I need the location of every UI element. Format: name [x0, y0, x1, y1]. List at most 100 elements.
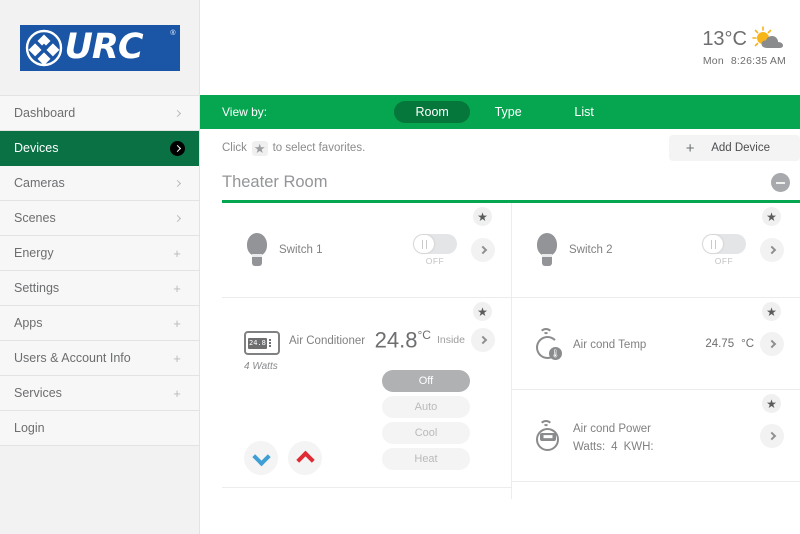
- sidebar-item-label: Login: [14, 421, 45, 435]
- sidebar-item-scenes[interactable]: Scenes: [0, 201, 199, 236]
- open-device-details-button[interactable]: [471, 238, 495, 262]
- temperature-unit: °C: [417, 327, 431, 342]
- sidebar-item-label: Users & Account Info: [14, 351, 131, 365]
- sidebar-nav: Dashboard Devices Cameras Scenes Energy …: [0, 95, 199, 446]
- sensor-reading: 24.75 °C: [705, 338, 760, 350]
- chevron-right-icon: [170, 140, 185, 156]
- sidebar-item-cameras[interactable]: Cameras: [0, 166, 199, 201]
- device-card-switch-2[interactable]: ★ Switch 2 OFF: [512, 203, 800, 298]
- mode-button-cool[interactable]: Cool: [382, 422, 470, 444]
- toggle-switch[interactable]: [702, 234, 746, 254]
- thermostat-icon-reading: 24.8: [248, 337, 267, 349]
- device-card-air-cond-temp[interactable]: ★ 🌡 Air cond Temp 24.75 °C: [512, 298, 800, 390]
- device-grid: ★ Switch 1 OFF ★ 24.8 Air Conditioner 4 …: [222, 203, 800, 499]
- view-by-toolbar: View by: Room Type List: [200, 95, 800, 129]
- power-toggle[interactable]: OFF: [413, 234, 457, 266]
- device-name: Air cond Power: [573, 422, 651, 435]
- add-device-button[interactable]: + Add Device: [669, 135, 800, 161]
- sidebar-item-label: Cameras: [14, 176, 65, 190]
- minus-circle-icon[interactable]: [771, 173, 790, 192]
- plus-icon: +: [173, 245, 181, 261]
- sidebar-item-label: Scenes: [14, 211, 56, 225]
- registered-mark: ®: [170, 29, 176, 37]
- sidebar-item-label: Energy: [14, 246, 54, 260]
- sidebar-item-label: Dashboard: [14, 106, 76, 120]
- sensor-unit: °C: [741, 337, 754, 350]
- top-header: 13°C Mon 8:26:35 AM: [200, 0, 800, 95]
- room-title: Theater Room: [222, 173, 328, 191]
- device-card-air-conditioner[interactable]: ★ 24.8 Air Conditioner 4 Watts 24.8°C In…: [222, 298, 511, 488]
- device-card-air-cond-power[interactable]: ★ ■■■ Air cond Power Watts: 4 KWH:: [512, 390, 800, 482]
- sensor-value: 24.75: [705, 337, 735, 350]
- favorite-star-icon[interactable]: ★: [762, 302, 781, 321]
- open-device-details-button[interactable]: [760, 423, 784, 448]
- sidebar-item-devices[interactable]: Devices: [0, 131, 199, 166]
- light-bulb-icon: [244, 233, 270, 267]
- thermostat-icon: 24.8: [244, 331, 280, 355]
- mode-button-auto[interactable]: Auto: [382, 396, 470, 418]
- sidebar-item-label: Apps: [14, 316, 43, 330]
- brand-name: URC: [64, 27, 144, 67]
- favorite-star-icon[interactable]: ★: [762, 207, 781, 226]
- current-temperature: 13°C: [702, 27, 747, 50]
- watts-label: Watts:: [573, 440, 606, 453]
- favorites-hint-row: Click ★ to select favorites. + Add Devic…: [200, 129, 800, 167]
- favorite-star-icon[interactable]: ★: [473, 207, 492, 226]
- clock-time: 8:26:35 AM: [730, 55, 786, 67]
- chevron-down-icon[interactable]: [244, 441, 278, 475]
- sidebar-item-users-account-info[interactable]: Users & Account Info +: [0, 341, 199, 376]
- view-by-label: View by:: [222, 105, 268, 119]
- toggle-switch[interactable]: [413, 234, 457, 254]
- urc-diamond-mark-icon: [25, 29, 63, 67]
- plus-icon: +: [173, 385, 181, 401]
- thermostat-mode-list: Off Auto Cool Heat: [382, 370, 470, 474]
- power-toggle[interactable]: OFF: [702, 234, 746, 266]
- chevron-up-icon[interactable]: [288, 441, 322, 475]
- thermostat-steppers: [244, 441, 322, 475]
- tab-room[interactable]: Room: [394, 101, 471, 123]
- clock-day: Mon: [702, 55, 724, 67]
- sidebar-item-login[interactable]: Login: [0, 411, 199, 446]
- favorites-hint-prefix: Click: [222, 142, 247, 154]
- device-column-left: ★ Switch 1 OFF ★ 24.8 Air Conditioner 4 …: [222, 203, 511, 499]
- chevron-right-icon: [169, 210, 185, 226]
- device-card-switch-1[interactable]: ★ Switch 1 OFF: [222, 203, 511, 298]
- open-device-details-button[interactable]: [471, 328, 495, 352]
- sidebar-item-label: Devices: [14, 141, 59, 155]
- star-icon: ★: [251, 140, 268, 156]
- sidebar-item-dashboard[interactable]: Dashboard: [0, 96, 199, 131]
- sidebar-item-label: Services: [14, 386, 62, 400]
- favorites-hint-suffix: to select favorites.: [272, 142, 366, 154]
- sun-behind-cloud-icon: [752, 26, 786, 52]
- open-device-details-button[interactable]: [760, 331, 784, 356]
- plus-icon: +: [173, 350, 181, 366]
- device-name: Switch 1: [279, 244, 323, 256]
- mode-button-heat[interactable]: Heat: [382, 448, 470, 470]
- mode-button-off[interactable]: Off: [382, 370, 470, 392]
- thermostat-readout: 24.8°C Inside: [375, 328, 495, 352]
- favorite-star-icon[interactable]: ★: [762, 394, 781, 413]
- sidebar: URC ® Dashboard Devices Cameras Scenes E…: [0, 0, 200, 534]
- device-name: Switch 2: [569, 244, 613, 256]
- tab-type[interactable]: Type: [470, 101, 546, 123]
- thermostat-temperature: 24.8°C: [374, 327, 431, 353]
- light-bulb-icon: [534, 233, 560, 267]
- sidebar-item-label: Settings: [14, 281, 60, 295]
- clock: Mon 8:26:35 AM: [702, 55, 786, 67]
- sidebar-item-energy[interactable]: Energy +: [0, 236, 199, 271]
- tab-list[interactable]: List: [546, 101, 622, 123]
- view-by-tabs: Room Type List: [394, 101, 622, 123]
- device-name: Air cond Temp: [573, 338, 647, 351]
- kwh-label: KWH:: [623, 440, 654, 453]
- watts-value: 4: [611, 440, 618, 453]
- chevron-right-icon: [169, 175, 185, 191]
- weather-widget: 13°C Mon 8:26:35 AM: [702, 26, 786, 67]
- open-device-details-button[interactable]: [760, 238, 784, 262]
- app-window: URC ® Dashboard Devices Cameras Scenes E…: [0, 0, 800, 534]
- sidebar-item-apps[interactable]: Apps +: [0, 306, 199, 341]
- toggle-state-label: OFF: [714, 256, 734, 266]
- sidebar-item-services[interactable]: Services +: [0, 376, 199, 411]
- brand-logo[interactable]: URC ®: [0, 0, 199, 95]
- device-column-right: ★ Switch 2 OFF ★ 🌡 Air cond Temp 24.75 °…: [511, 203, 800, 499]
- sidebar-item-settings[interactable]: Settings +: [0, 271, 199, 306]
